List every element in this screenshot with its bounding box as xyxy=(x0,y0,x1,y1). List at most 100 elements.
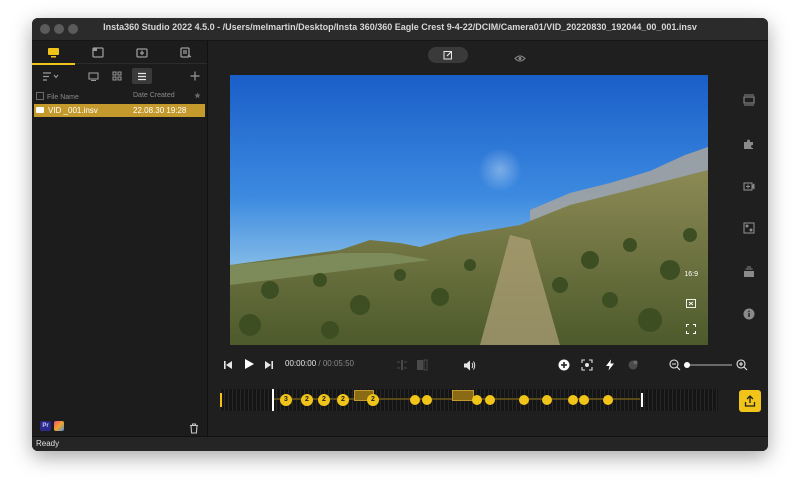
status-text: Ready xyxy=(36,439,60,448)
premiere-pro-icon[interactable]: Pr xyxy=(40,421,51,431)
timeline-marker[interactable] xyxy=(542,395,552,405)
aspect-ratio-tool-button[interactable] xyxy=(742,93,756,107)
timeline-marker[interactable]: 2 xyxy=(318,394,330,406)
layers-icon xyxy=(744,266,754,277)
trim-start-button[interactable] xyxy=(395,358,409,372)
timeline-start-handle[interactable] xyxy=(220,393,222,407)
timeline-marker[interactable] xyxy=(519,395,529,405)
play-icon xyxy=(245,359,254,369)
deep-track-button[interactable] xyxy=(580,358,594,372)
trash-icon xyxy=(190,423,198,434)
plugins-button[interactable] xyxy=(742,137,756,151)
video-frame-image xyxy=(230,75,708,345)
video-effects-button[interactable] xyxy=(742,179,756,193)
timeline-marker[interactable] xyxy=(422,395,432,405)
status-bar: Ready xyxy=(32,436,768,451)
auto-edit-button[interactable] xyxy=(603,358,617,372)
time-separator: / xyxy=(318,359,321,368)
timeline-marker[interactable] xyxy=(603,395,613,405)
timeline-end-handle[interactable] xyxy=(641,393,643,407)
aspect-ratio-label[interactable]: 16:9 xyxy=(684,271,698,278)
time-readout: 00:00:00 / 00:05:50 xyxy=(285,359,354,368)
puzzle-icon xyxy=(744,139,753,149)
skip-forward-icon xyxy=(265,361,273,369)
zoom-slider-handle[interactable] xyxy=(684,362,690,368)
ai-tool-icon xyxy=(628,360,638,370)
list-icon xyxy=(138,72,146,80)
mode-toggle[interactable] xyxy=(428,47,468,63)
zoom-in-button[interactable] xyxy=(735,358,749,372)
layers-button[interactable] xyxy=(742,265,756,279)
import-icon xyxy=(135,47,148,58)
play-button[interactable] xyxy=(242,357,256,371)
lightning-icon xyxy=(606,359,614,371)
tab-media[interactable] xyxy=(32,41,75,65)
grid-icon xyxy=(112,71,122,81)
previous-button[interactable] xyxy=(222,359,234,371)
add-keyframe-button[interactable] xyxy=(557,358,571,372)
favorite-column-icon[interactable] xyxy=(194,92,201,101)
timeline-marker[interactable]: 2 xyxy=(367,394,379,406)
timeline-marker[interactable] xyxy=(568,395,578,405)
app-window: Insta360 Studio 2022 4.5.0 - /Users/melm… xyxy=(32,18,768,451)
next-button[interactable] xyxy=(263,359,275,371)
view-grid-button[interactable] xyxy=(108,68,126,84)
tab-import[interactable] xyxy=(120,41,163,63)
playhead[interactable] xyxy=(272,389,274,411)
adjust-icon xyxy=(743,222,755,234)
final-cut-icon[interactable] xyxy=(54,421,64,431)
timeline-marker[interactable]: 2 xyxy=(337,394,349,406)
timeline-marker[interactable]: 2 xyxy=(301,394,313,406)
timeline-marker[interactable] xyxy=(410,395,420,405)
file-name: VID _001.insv xyxy=(48,106,98,115)
view-list-button[interactable] xyxy=(132,68,152,84)
info-icon xyxy=(743,308,755,320)
tab-album[interactable] xyxy=(76,41,119,63)
video-preview[interactable]: 16:9 xyxy=(230,75,708,345)
timeline-marker[interactable] xyxy=(472,395,482,405)
sort-icon xyxy=(43,71,59,81)
file-row[interactable]: VID _001.insv 22.08.30 19:28 xyxy=(34,104,205,117)
info-button[interactable] xyxy=(742,307,756,321)
title-bar: Insta360 Studio 2022 4.5.0 - /Users/melm… xyxy=(32,18,768,41)
zoom-slider-track[interactable] xyxy=(686,364,732,366)
add-media-button[interactable] xyxy=(188,68,202,84)
timeline-marker[interactable] xyxy=(485,395,495,405)
volume-button[interactable] xyxy=(462,358,476,372)
timeline-marker[interactable] xyxy=(579,395,589,405)
view-large-button[interactable] xyxy=(84,68,102,84)
fullscreen-button[interactable] xyxy=(686,321,696,339)
eye-icon xyxy=(514,55,526,62)
trim-start-icon xyxy=(397,360,407,370)
timeline-segment[interactable] xyxy=(452,390,474,401)
color-adjust-button[interactable] xyxy=(742,221,756,235)
file-date: 22.08.30 19:28 xyxy=(133,106,187,115)
fullscreen-icon xyxy=(686,324,696,334)
current-time: 00:00:00 xyxy=(285,359,317,368)
export-button[interactable] xyxy=(739,390,761,412)
reframe-icon xyxy=(686,299,696,308)
sidebar: File Name Date Created VID _001.insv 22.… xyxy=(32,41,208,436)
plus-icon xyxy=(190,71,200,81)
timeline[interactable]: 3 2 2 2 2 xyxy=(220,389,718,411)
column-header-date[interactable]: Date Created xyxy=(133,92,175,99)
trim-end-button[interactable] xyxy=(415,358,429,372)
tab-tasks[interactable] xyxy=(164,41,207,63)
preview-button[interactable] xyxy=(514,50,526,68)
zoom-out-button[interactable] xyxy=(668,358,682,372)
media-library-icon xyxy=(48,47,59,57)
column-header-name[interactable]: File Name xyxy=(36,92,79,101)
ai-tool-button[interactable] xyxy=(626,358,640,372)
add-circle-icon xyxy=(558,359,570,371)
total-duration: 00:05:50 xyxy=(322,359,354,368)
skip-back-icon xyxy=(224,361,232,369)
trim-end-icon xyxy=(417,359,428,371)
editor-area: 16:9 00:00:00 / 00:05:50 3 2 2 2 2 xyxy=(208,41,768,436)
timeline-marker[interactable]: 3 xyxy=(280,394,292,406)
edit-icon xyxy=(443,51,452,60)
zoom-out-icon xyxy=(669,359,681,371)
reframe-button[interactable] xyxy=(686,295,696,313)
sort-menu-button[interactable] xyxy=(40,68,62,84)
select-all-icon xyxy=(36,92,44,100)
video-effects-icon xyxy=(743,182,755,191)
